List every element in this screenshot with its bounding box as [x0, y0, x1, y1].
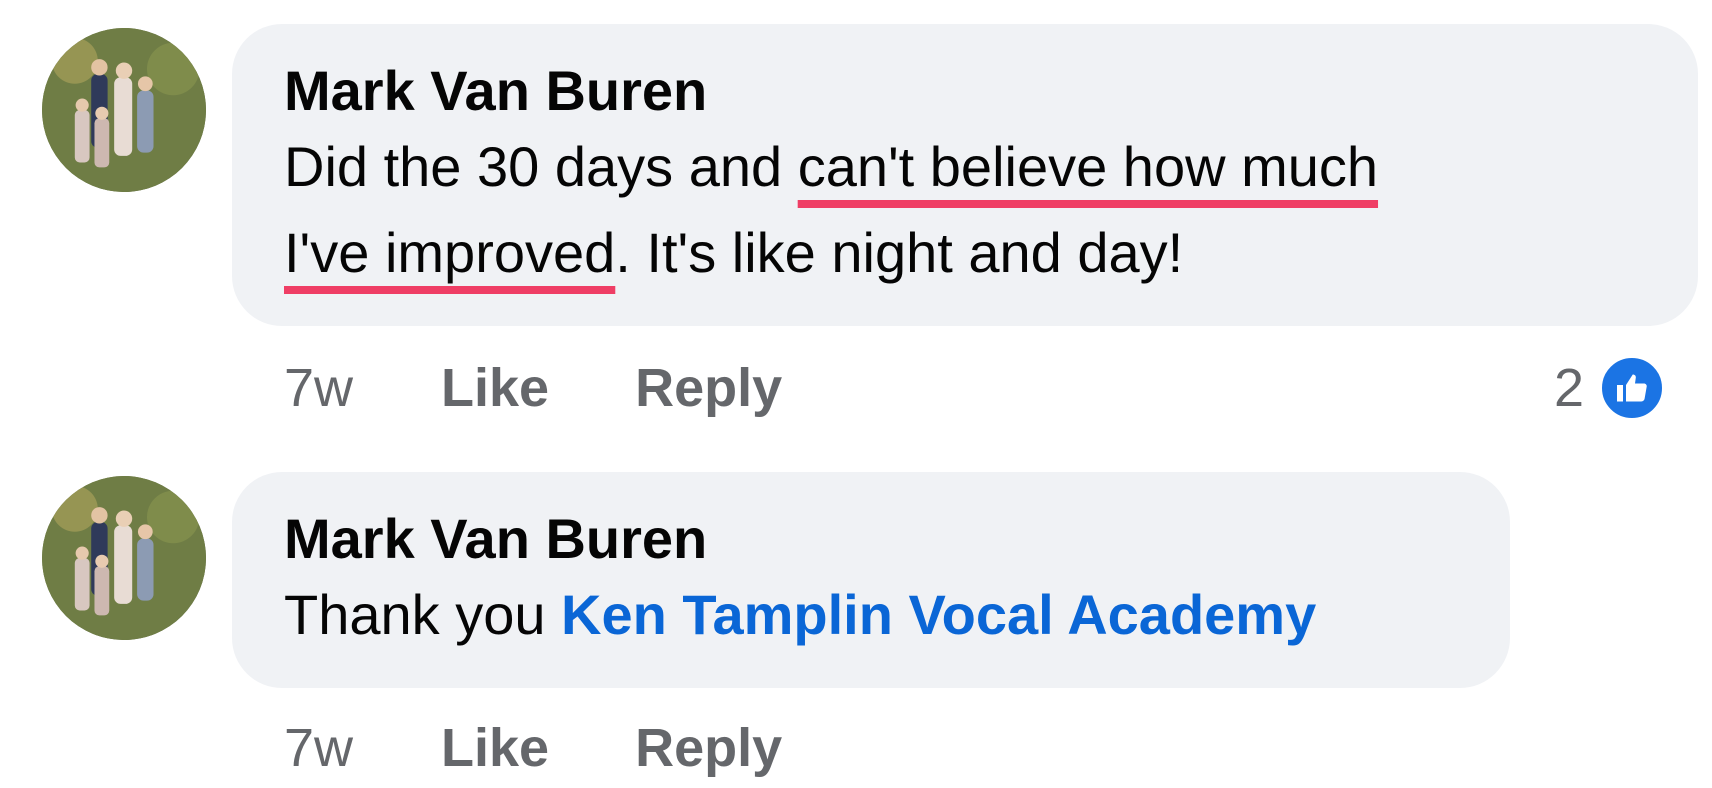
family-photo-icon — [42, 28, 206, 192]
comment-actions: 7w Like Reply — [284, 718, 868, 778]
comment-text-start: Thank you — [284, 583, 562, 646]
page-mention-link[interactable]: Ken Tamplin Vocal Academy — [561, 583, 1316, 646]
comment-author[interactable]: Mark Van Buren — [284, 506, 1460, 572]
like-button[interactable]: Like — [441, 358, 549, 418]
comment-bubble: Mark Van Buren Thank you Ken Tamplin Voc… — [232, 472, 1510, 688]
reaction-summary[interactable]: 2 — [1554, 354, 1666, 422]
thumbs-up-icon — [1598, 354, 1666, 422]
comment-bubble: Mark Van Buren Did the 30 days and can't… — [232, 24, 1698, 326]
comment-text-start: Did the 30 days and — [284, 135, 798, 198]
family-photo-icon — [42, 476, 206, 640]
comment-text: Did the 30 days and can't believe how mu… — [284, 124, 1648, 296]
comment-timestamp[interactable]: 7w — [284, 358, 353, 418]
reply-button[interactable]: Reply — [635, 718, 782, 778]
comment-text-end: . It's like night and day! — [615, 221, 1184, 284]
comment-timestamp[interactable]: 7w — [284, 718, 353, 778]
avatar[interactable] — [42, 28, 206, 192]
comment-text: Thank you Ken Tamplin Vocal Academy — [284, 572, 1460, 658]
comment-author[interactable]: Mark Van Buren — [284, 58, 1648, 124]
reply-button[interactable]: Reply — [635, 358, 782, 418]
like-button[interactable]: Like — [441, 718, 549, 778]
highlighted-text: can't believe how much — [797, 135, 1379, 198]
reaction-count: 2 — [1553, 358, 1584, 418]
highlighted-text: I've improved — [284, 221, 616, 284]
comment-actions: 7w Like Reply — [284, 358, 868, 418]
avatar[interactable] — [42, 476, 206, 640]
